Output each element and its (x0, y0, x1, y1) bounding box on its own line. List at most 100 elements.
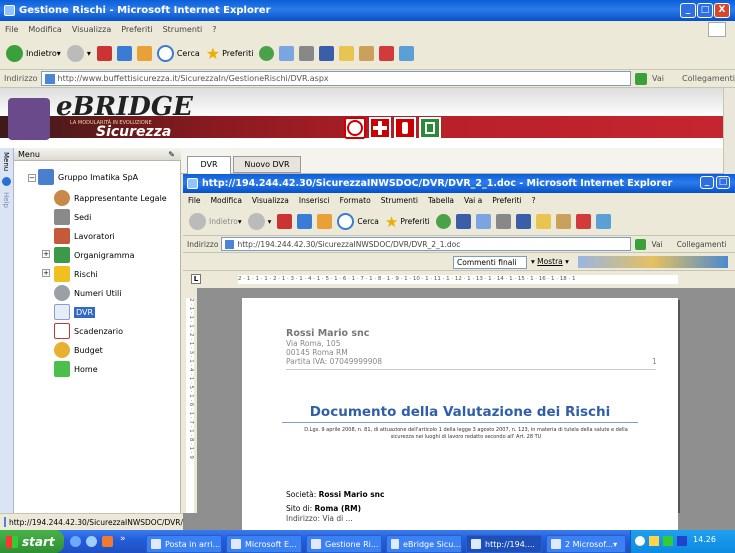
inner-menu-file[interactable]: File (183, 196, 206, 205)
menu-preferiti[interactable]: Preferiti (116, 25, 157, 34)
tree-item-rischi[interactable]: Rischi (54, 266, 98, 282)
home-icon[interactable] (317, 214, 333, 229)
taskbar-button-microsoft-e[interactable]: Microsoft E... (226, 535, 302, 553)
refresh-icon[interactable] (297, 214, 313, 229)
inner-search-button[interactable]: Cerca (337, 213, 379, 230)
inner-back-button[interactable]: Indietro ▾ (189, 213, 242, 230)
review-buttons[interactable] (578, 256, 728, 268)
inner-address-input[interactable]: http://194.244.42.30/SicurezzaINWSDOC/DV… (221, 237, 632, 251)
stop-icon[interactable] (277, 214, 293, 229)
expand-icon[interactable]: + (42, 269, 50, 277)
messenger-icon[interactable] (595, 214, 611, 229)
show-menu[interactable]: ▾ Mostra ▾ (531, 257, 569, 266)
inner-menu-modifica[interactable]: Modifica (206, 196, 247, 205)
collapse-icon[interactable]: − (28, 174, 36, 182)
document-page[interactable]: Rossi Mario snc Via Roma, 105 00145 Roma… (242, 298, 678, 513)
tray-icon[interactable] (677, 536, 687, 546)
tools-icon[interactable] (359, 46, 375, 61)
home-icon[interactable] (136, 46, 152, 61)
inner-forward-button[interactable]: ▾ (247, 213, 271, 230)
tree-item-scadenzario[interactable]: Scadenzario (54, 323, 123, 339)
inner-menu-help[interactable]: ? (527, 196, 541, 205)
research-icon[interactable] (379, 46, 395, 61)
folder-icon[interactable] (339, 46, 355, 61)
menu-modifica[interactable]: Modifica (23, 25, 66, 34)
tree-item-numeri[interactable]: Numeri Utili (54, 285, 121, 301)
taskbar-button-gestione[interactable]: Gestione Ri... (306, 535, 382, 553)
stop-icon[interactable] (96, 46, 112, 61)
research-icon[interactable] (575, 214, 591, 229)
inner-menu-strumenti[interactable]: Strumenti (376, 196, 423, 205)
tab-stop-selector[interactable]: L (191, 274, 201, 284)
review-mode-select[interactable]: Commenti finali (453, 256, 527, 269)
pin-icon[interactable]: ✎ (168, 148, 175, 161)
inner-menu-inserisci[interactable]: Inserisci (294, 196, 335, 205)
messenger-icon[interactable] (399, 46, 415, 61)
word-icon[interactable] (319, 46, 335, 61)
tree-item-home[interactable]: Home (54, 361, 98, 377)
outer-title-bar[interactable]: Gestione Rischi - Microsoft Internet Exp… (0, 0, 735, 21)
menu-strumenti[interactable]: Strumenti (158, 25, 208, 34)
clock[interactable]: 14.26 (693, 535, 716, 544)
inner-title-bar[interactable]: http://194.244.42.30/SicurezzaINWSDOC/DV… (183, 174, 735, 193)
taskbar-button-ebridge[interactable]: eBridge Sicu... (386, 535, 462, 553)
quicklaunch-ie-icon[interactable] (70, 536, 81, 547)
close-button[interactable]: X (714, 3, 730, 18)
tree-item-sedi[interactable]: Sedi (54, 209, 91, 225)
inner-minimize-button[interactable]: _ (700, 176, 714, 189)
taskbar-button-http[interactable]: http://194.... (466, 535, 542, 553)
quicklaunch-outlook-icon[interactable] (102, 536, 113, 547)
tray-icon[interactable] (649, 536, 659, 546)
inner-menu-formato[interactable]: Formato (335, 196, 376, 205)
tree-item-organigramma[interactable]: Organigramma (54, 247, 134, 263)
favorites-button[interactable]: ★ Preferiti (206, 44, 254, 63)
print-icon[interactable] (495, 214, 511, 229)
folder-icon[interactable] (535, 214, 551, 229)
tree-item-dvr[interactable]: DVR (54, 304, 96, 320)
menu-file[interactable]: File (0, 25, 23, 34)
address-input[interactable]: http://www.buffettisicurezza.it/Sicurezz… (40, 71, 632, 86)
tree-item-budget[interactable]: Budget (54, 342, 103, 358)
menu-visualizza[interactable]: Visualizza (67, 25, 116, 34)
mail-icon[interactable] (279, 46, 295, 61)
expand-icon[interactable]: + (42, 250, 50, 258)
tree-item-rappresentante[interactable]: Rappresentante Legale (54, 190, 167, 206)
inner-go-button[interactable]: Vai (635, 238, 663, 250)
tab-dvr[interactable]: DVR (187, 156, 231, 174)
inner-maximize-button[interactable]: □ (716, 176, 730, 189)
tree-item-lavoratori[interactable]: Lavoratori (54, 228, 115, 244)
word-icon[interactable] (455, 214, 471, 229)
inner-menu-visualizza[interactable]: Visualizza (247, 196, 294, 205)
inner-menu-vaia[interactable]: Vai a (459, 196, 487, 205)
inner-favorites-button[interactable]: ★ Preferiti (385, 213, 430, 231)
forward-button[interactable]: ▾ (66, 45, 91, 62)
mail-icon[interactable] (475, 214, 491, 229)
history-icon[interactable] (259, 46, 275, 61)
tools-icon[interactable] (555, 214, 571, 229)
search-button[interactable]: Cerca (156, 45, 200, 62)
taskbar-button-posta[interactable]: Posta in arri... (146, 535, 222, 553)
tray-icon[interactable] (663, 536, 673, 546)
side-tab-menu[interactable]: Menu (2, 152, 10, 171)
quicklaunch-more-icon[interactable]: » (120, 534, 126, 544)
side-tab-help[interactable]: Help (2, 192, 10, 208)
minimize-button[interactable]: _ (680, 3, 696, 18)
tab-nuovo-dvr[interactable]: Nuovo DVR (233, 156, 301, 173)
quicklaunch-media-icon[interactable] (86, 536, 97, 547)
start-button[interactable]: start (0, 530, 64, 553)
back-button[interactable]: Indietro ▾ (6, 45, 61, 62)
inner-links-label[interactable]: Collegamenti (677, 240, 727, 249)
inner-menu-tabella[interactable]: Tabella (423, 196, 459, 205)
menu-help[interactable]: ? (207, 25, 221, 34)
maximize-button[interactable]: □ (697, 3, 713, 18)
taskbar-button-word[interactable]: 2 Microsof... ▾ (546, 535, 626, 553)
history-icon[interactable] (435, 214, 451, 229)
edit-word-icon[interactable] (515, 214, 531, 229)
print-icon[interactable] (299, 46, 315, 61)
inner-menu-preferiti[interactable]: Preferiti (487, 196, 526, 205)
tree-root[interactable]: Gruppo Imatika SpA (38, 169, 138, 185)
links-label[interactable]: Collegamenti (682, 74, 735, 83)
go-button[interactable]: Vai (635, 72, 664, 85)
tray-icon[interactable] (635, 536, 645, 546)
refresh-icon[interactable] (116, 46, 132, 61)
